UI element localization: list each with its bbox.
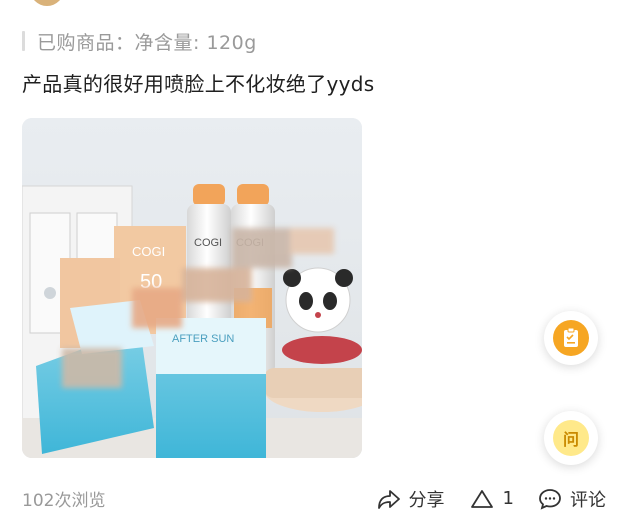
like-count: 1 bbox=[502, 488, 514, 509]
quote-bar bbox=[22, 31, 25, 51]
ask-label: 问 bbox=[562, 430, 579, 449]
comment-label: 评论 bbox=[570, 489, 606, 511]
clipboard-icon bbox=[553, 320, 589, 356]
comment-icon bbox=[538, 488, 562, 510]
like-button[interactable]: 1 bbox=[469, 488, 514, 510]
can-brand-label: COGI bbox=[194, 237, 222, 249]
purchased-item-label: 已购商品：净含量: 120g bbox=[37, 31, 257, 54]
shopping-list-button[interactable] bbox=[544, 311, 598, 365]
product-photo-illustration: COGI COGI COGI 50 AFTER SUN bbox=[22, 118, 362, 458]
upvote-triangle-icon bbox=[469, 488, 495, 510]
review-photo[interactable]: COGI COGI COGI 50 AFTER SUN bbox=[22, 118, 362, 458]
avatar[interactable] bbox=[30, 0, 64, 6]
ask-icon: 问 bbox=[553, 420, 589, 456]
share-label: 分享 bbox=[408, 489, 445, 511]
box-brand-label: COGI bbox=[132, 244, 165, 259]
post-action-bar: 102次浏览 分享 1 评论 bbox=[22, 486, 606, 511]
box-product-label: AFTER SUN bbox=[172, 333, 234, 345]
view-count: 102次浏览 bbox=[22, 491, 106, 511]
purchased-item-row: 已购商品：净含量: 120g bbox=[22, 28, 257, 54]
share-button[interactable]: 分享 bbox=[377, 486, 445, 512]
share-icon bbox=[377, 488, 401, 510]
ask-button[interactable]: 问 bbox=[544, 411, 598, 465]
review-text: 产品真的很好用喷脸上不化妆绝了yyds bbox=[22, 72, 375, 96]
comment-button[interactable]: 评论 bbox=[538, 486, 606, 512]
